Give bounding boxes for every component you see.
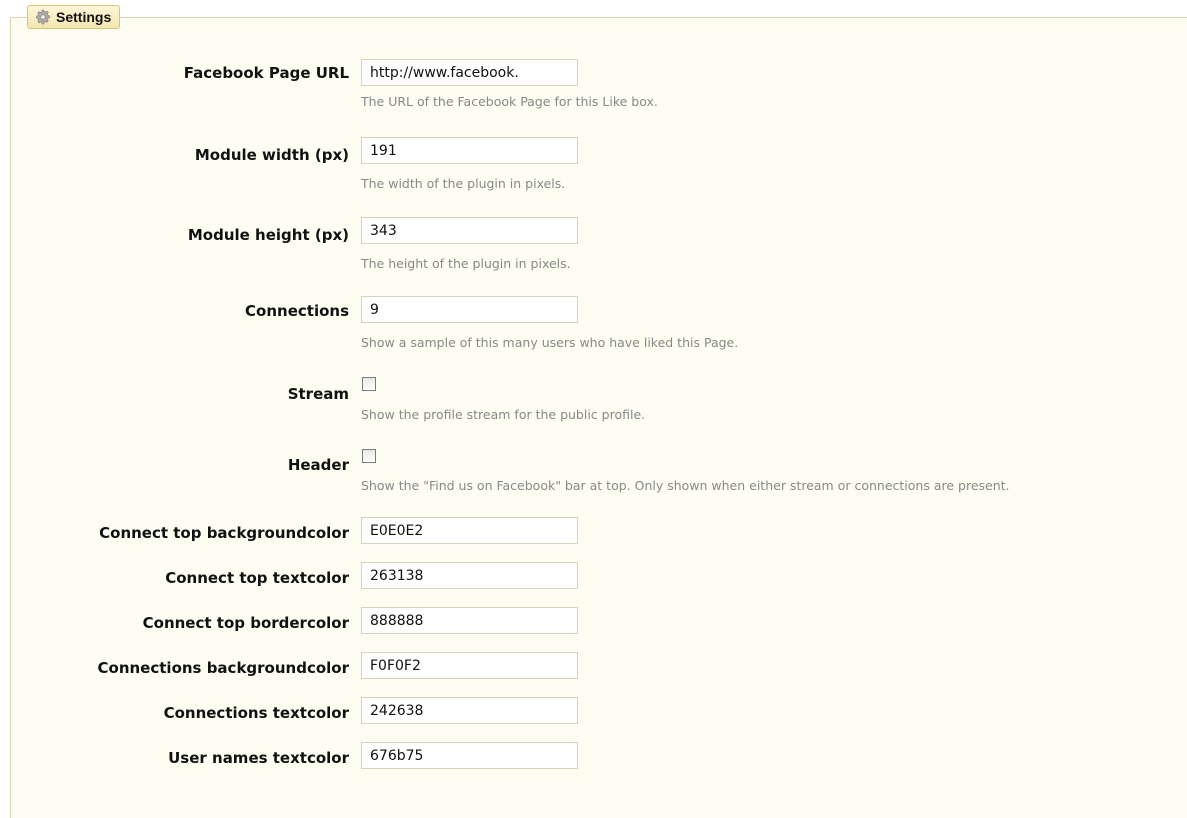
stream-label: Stream [287, 385, 349, 403]
connect-top-text-label: Connect top textcolor [165, 569, 349, 587]
user-names-text-input[interactable] [361, 742, 578, 769]
stream-checkbox[interactable] [362, 377, 376, 391]
settings-legend: Settings [27, 5, 121, 29]
module-height-label: Module height (px) [187, 226, 349, 244]
connections-description: Show a sample of this many users who hav… [361, 335, 739, 350]
connections-text-input[interactable] [361, 697, 578, 724]
module-width-label: Module width (px) [194, 146, 349, 164]
header-label: Header [287, 456, 349, 474]
page-url-label: Facebook Page URL [183, 64, 349, 82]
page-url-description: The URL of the Facebook Page for this Li… [361, 94, 658, 109]
connect-top-bg-label: Connect top backgroundcolor [99, 524, 349, 542]
connections-label: Connections [245, 302, 349, 320]
connect-top-border-input[interactable] [361, 607, 578, 634]
connect-top-border-label: Connect top bordercolor [142, 614, 349, 632]
header-description: Show the "Find us on Facebook" bar at to… [361, 478, 1010, 493]
connections-text-label: Connections textcolor [163, 704, 349, 722]
connections-bg-input[interactable] [361, 652, 578, 679]
page-url-input[interactable] [361, 59, 578, 86]
gear-icon [36, 9, 50, 25]
module-height-input[interactable] [361, 217, 578, 244]
module-height-description: The height of the plugin in pixels. [361, 256, 571, 271]
header-checkbox[interactable] [362, 449, 376, 463]
connect-top-bg-input[interactable] [361, 517, 578, 544]
connect-top-text-input[interactable] [361, 562, 578, 589]
user-names-text-label: User names textcolor [168, 749, 349, 767]
module-width-input[interactable] [361, 137, 578, 164]
connections-bg-label: Connections backgroundcolor [97, 659, 349, 677]
legend-title: Settings [56, 9, 112, 25]
stream-description: Show the profile stream for the public p… [361, 407, 646, 422]
connections-input[interactable] [361, 296, 578, 323]
module-width-description: The width of the plugin in pixels. [361, 176, 566, 191]
